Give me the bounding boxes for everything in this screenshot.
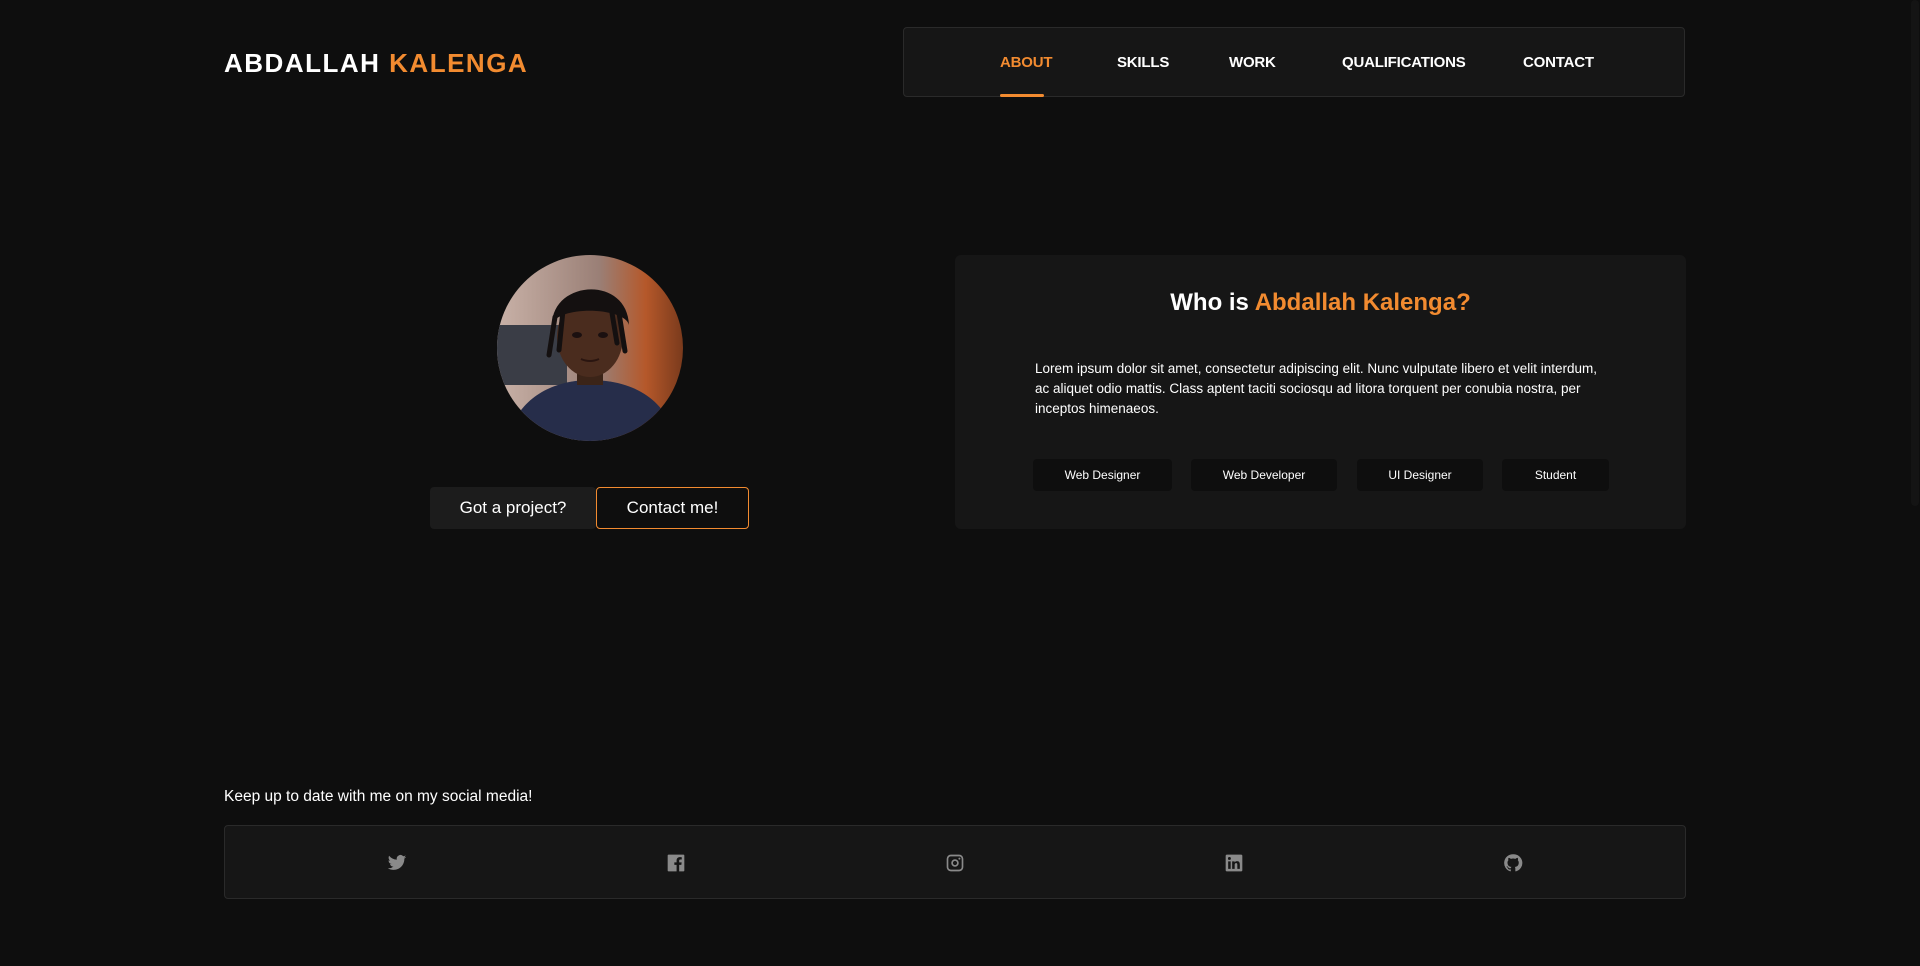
nav-active-indicator (1000, 94, 1044, 97)
nav-item-skills[interactable]: SKILLS (1117, 54, 1169, 71)
about-description: Lorem ipsum dolor sit amet, consectetur … (1035, 361, 1598, 416)
social-heading: Keep up to date with me on my social med… (224, 788, 533, 805)
facebook-icon[interactable] (666, 853, 686, 873)
scrollbar-thumb[interactable] (1911, 0, 1919, 506)
about-title-name: Abdallah Kalenga? (1254, 289, 1471, 316)
page-scrollbar[interactable] (1910, 0, 1920, 966)
tag-student: Student (1502, 459, 1609, 491)
tag-web-developer: Web Developer (1191, 459, 1337, 491)
tag-web-designer: Web Designer (1033, 459, 1172, 491)
linkedin-icon[interactable] (1224, 853, 1244, 873)
nav-item-work[interactable]: WORK (1229, 54, 1276, 71)
site-logo[interactable]: ABDALLAH KALENGA (224, 48, 528, 79)
about-title: Who is Abdallah Kalenga? (955, 289, 1686, 317)
main-nav: ABOUT SKILLS WORK QUALIFICATIONS CONTACT (903, 27, 1685, 97)
about-title-prefix: Who is (1170, 289, 1249, 316)
about-card: Who is Abdallah Kalenga? Lorem ipsum dol… (955, 255, 1686, 529)
github-icon[interactable] (1503, 853, 1523, 873)
twitter-icon[interactable] (387, 853, 407, 873)
logo-first-name: ABDALLAH (224, 48, 381, 78)
nav-item-about[interactable]: ABOUT (1000, 54, 1053, 71)
logo-last-name: KALENGA (389, 48, 529, 78)
contact-me-button[interactable]: Contact me! (596, 487, 749, 529)
social-bar (224, 825, 1686, 899)
tag-ui-designer: UI Designer (1357, 459, 1483, 491)
profile-photo (497, 255, 683, 441)
nav-item-qualifications[interactable]: QUALIFICATIONS (1342, 54, 1466, 71)
instagram-icon[interactable] (945, 853, 965, 873)
nav-item-contact[interactable]: CONTACT (1523, 54, 1594, 71)
got-a-project-button[interactable]: Got a project? (430, 487, 596, 529)
